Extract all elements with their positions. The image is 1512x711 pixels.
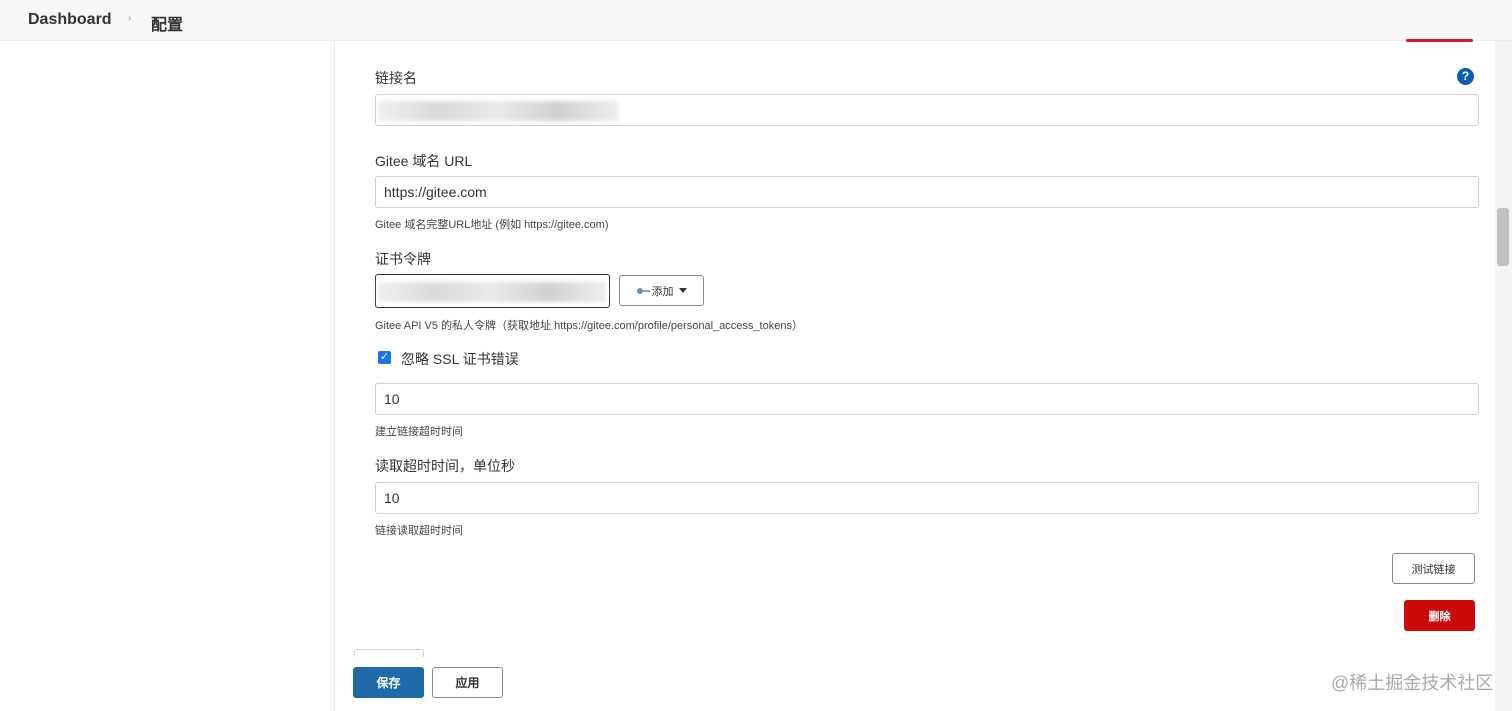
previous-delete-button-edge[interactable] (1406, 39, 1473, 42)
credentials-select[interactable] (375, 274, 610, 308)
add-connection-button-edge[interactable] (354, 649, 424, 657)
add-credential-label: 添加 (651, 285, 674, 298)
apply-button[interactable]: 应用 (432, 667, 503, 698)
chevron-down-icon (678, 288, 687, 293)
read-timeout-hint: 链接读取超时时间 (375, 525, 463, 537)
redacted-credential (378, 282, 606, 302)
read-timeout-input[interactable]: 10 (375, 482, 1479, 514)
ignore-ssl-label[interactable]: 忽略 SSL 证书错误 (401, 349, 519, 369)
ignore-ssl-checkbox[interactable]: ✓ (378, 351, 391, 364)
delete-button[interactable]: 删除 (1404, 600, 1475, 631)
breadcrumb-dashboard[interactable]: Dashboard (28, 11, 112, 29)
top-bar: Dashboard › 配置 (0, 0, 1512, 41)
connection-name-label: 链接名 (375, 70, 417, 86)
breadcrumb-current[interactable]: 配置 (151, 11, 183, 35)
watermark: @稀土掘金技术社区 (1331, 673, 1494, 693)
connect-timeout-hint: 建立链接超时时间 (375, 426, 463, 438)
gitee-url-label: Gitee 域名 URL (375, 153, 473, 169)
save-button[interactable]: 保存 (353, 667, 424, 698)
key-icon (636, 287, 650, 294)
gitee-url-input[interactable]: https://gitee.com (375, 176, 1479, 208)
connect-timeout-input[interactable]: 10 (375, 383, 1479, 415)
breadcrumb-separator-icon: › (128, 13, 132, 24)
read-timeout-label: 读取超时时间，单位秒 (375, 458, 515, 474)
help-icon[interactable]: ? (1457, 68, 1474, 85)
credentials-hint: Gitee API V5 的私人令牌（获取地址 https://gitee.co… (375, 320, 803, 332)
scrollbar-track[interactable] (1495, 41, 1512, 711)
checkmark-icon: ✓ (379, 351, 390, 363)
sidebar-divider (334, 41, 335, 711)
connection-name-input[interactable] (375, 94, 1479, 126)
credentials-label: 证书令牌 (375, 251, 431, 267)
redacted-connection-name (378, 101, 618, 121)
gitee-url-hint: Gitee 域名完整URL地址 (例如 https://gitee.com) (375, 219, 609, 231)
scrollbar-thumb[interactable] (1497, 208, 1509, 266)
test-connection-button[interactable]: 测试链接 (1392, 553, 1475, 584)
add-credential-button[interactable]: 添加 (619, 275, 704, 306)
